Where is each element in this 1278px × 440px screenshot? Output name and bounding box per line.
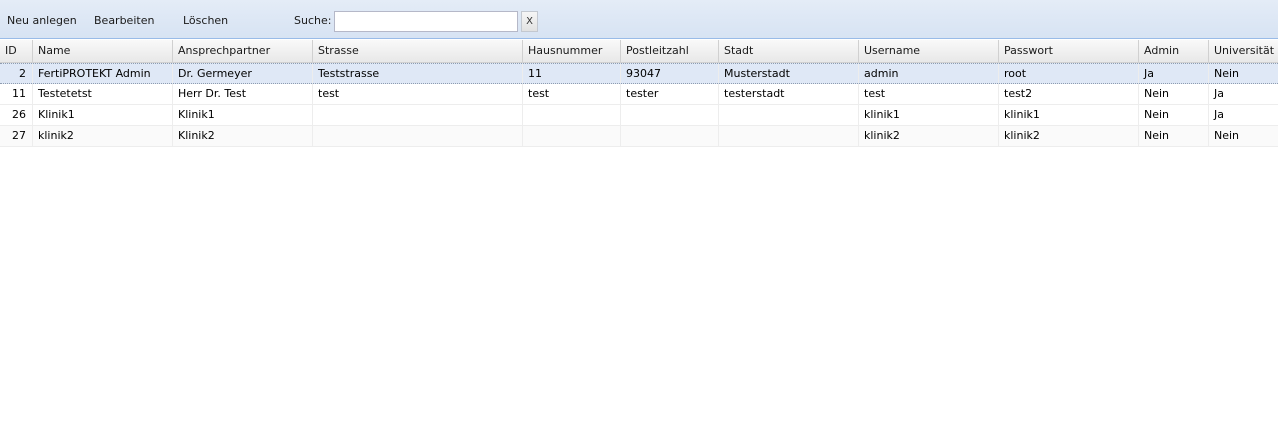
cell-admin: Ja xyxy=(1139,64,1209,83)
cell-house-number xyxy=(523,105,621,125)
column-header-street[interactable]: Strasse xyxy=(313,40,523,63)
cell-university: Ja xyxy=(1214,108,1224,121)
grid-header: ID Name Ansprechpartner Strasse Hausnumm… xyxy=(0,40,1278,63)
table-row[interactable]: 27 klinik2 Klinik2 klinik2 klinik2 Nein … xyxy=(0,126,1278,147)
cell-username: test xyxy=(859,84,999,104)
cell-contact: Klinik2 xyxy=(173,126,313,146)
cell-name: FertiPROTEKT Admin xyxy=(33,64,173,83)
cell-city xyxy=(719,105,859,125)
cell-street xyxy=(313,126,523,146)
cell-city xyxy=(719,126,859,146)
cell-street xyxy=(313,105,523,125)
cell-name: Klinik1 xyxy=(33,105,173,125)
cell-admin: Nein xyxy=(1139,126,1209,146)
cell-admin: Nein xyxy=(1139,105,1209,125)
column-header-contact[interactable]: Ansprechpartner xyxy=(173,40,313,63)
cell-university: Nein xyxy=(1214,67,1240,80)
cell-name: klinik2 xyxy=(33,126,173,146)
cell-id: 26 xyxy=(0,105,33,125)
cell-id: 11 xyxy=(0,84,33,104)
cell-contact: Herr Dr. Test xyxy=(173,84,313,104)
cell-city: testerstadt xyxy=(719,84,859,104)
cell-postal-code xyxy=(621,126,719,146)
edit-button[interactable]: Bearbeiten xyxy=(94,13,154,29)
table-row[interactable]: 11 Testetetst Herr Dr. Test test test te… xyxy=(0,84,1278,105)
search-input[interactable] xyxy=(334,11,518,32)
cell-username: admin xyxy=(859,64,999,83)
data-grid: ID Name Ansprechpartner Strasse Hausnumm… xyxy=(0,40,1278,147)
column-header-id[interactable]: ID xyxy=(0,40,33,63)
cell-name: Testetetst xyxy=(33,84,173,104)
toolbar: Neu anlegen Bearbeiten Löschen Suche: X xyxy=(0,0,1278,39)
cell-street: Teststrasse xyxy=(313,64,523,83)
cell-password: test2 xyxy=(999,84,1139,104)
cell-street: test xyxy=(313,84,523,104)
column-header-postal-code[interactable]: Postleitzahl xyxy=(621,40,719,63)
cell-id: 2 xyxy=(0,64,33,83)
table-row[interactable]: 26 Klinik1 Klinik1 klinik1 klinik1 Nein … xyxy=(0,105,1278,126)
search-label: Suche: xyxy=(294,14,332,27)
column-header-city[interactable]: Stadt xyxy=(719,40,859,63)
cell-university: Nein xyxy=(1214,129,1240,142)
cell-postal-code xyxy=(621,105,719,125)
cell-admin: Nein xyxy=(1139,84,1209,104)
cell-house-number: test xyxy=(523,84,621,104)
cell-password: root xyxy=(999,64,1139,83)
cell-contact: Dr. Germeyer xyxy=(173,64,313,83)
table-row[interactable]: 2 FertiPROTEKT Admin Dr. Germeyer Testst… xyxy=(0,63,1278,84)
app-window: Neu anlegen Bearbeiten Löschen Suche: X … xyxy=(0,0,1278,440)
cell-contact: Klinik1 xyxy=(173,105,313,125)
cell-city: Musterstadt xyxy=(719,64,859,83)
cell-house-number xyxy=(523,126,621,146)
cell-university: Ja xyxy=(1214,87,1224,100)
new-button[interactable]: Neu anlegen xyxy=(7,13,77,29)
column-header-name[interactable]: Name xyxy=(33,40,173,63)
column-header-admin[interactable]: Admin xyxy=(1139,40,1209,63)
cell-id: 27 xyxy=(0,126,33,146)
cell-username: klinik2 xyxy=(859,126,999,146)
search-clear-button[interactable]: X xyxy=(521,11,538,32)
cell-password: klinik2 xyxy=(999,126,1139,146)
cell-username: klinik1 xyxy=(859,105,999,125)
cell-house-number: 11 xyxy=(523,64,621,83)
delete-button[interactable]: Löschen xyxy=(183,13,228,29)
column-header-password[interactable]: Passwort xyxy=(999,40,1139,63)
cell-password: klinik1 xyxy=(999,105,1139,125)
cell-postal-code: tester xyxy=(621,84,719,104)
cell-postal-code: 93047 xyxy=(621,64,719,83)
column-header-university[interactable]: Universität xyxy=(1209,40,1278,63)
column-header-house-number[interactable]: Hausnummer xyxy=(523,40,621,63)
column-header-username[interactable]: Username xyxy=(859,40,999,63)
